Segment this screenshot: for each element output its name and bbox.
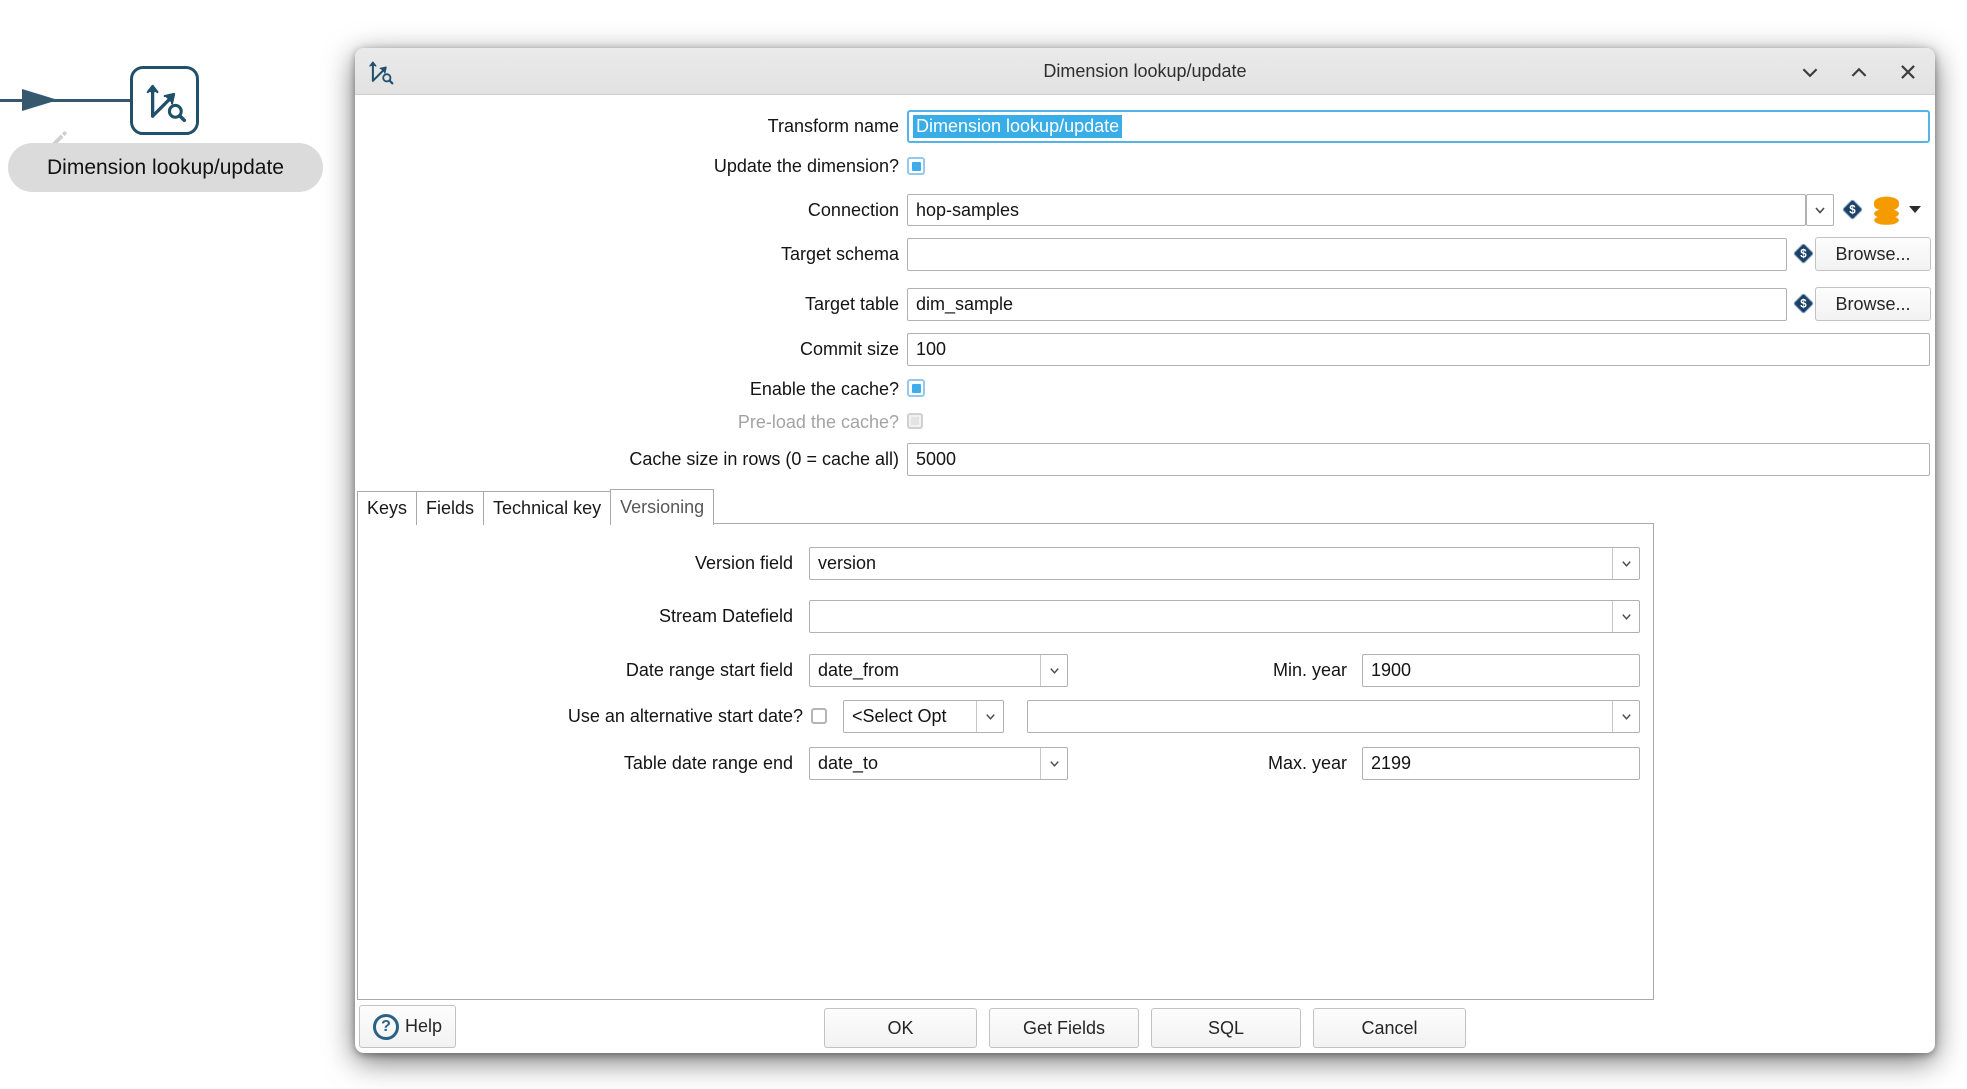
pipeline-canvas: Dimension lookup/update: [0, 0, 360, 220]
node-label-text: Dimension lookup/update: [47, 156, 284, 180]
tab-versioning[interactable]: Versioning: [610, 489, 714, 525]
date-range-start-combo[interactable]: date_from: [809, 654, 1068, 687]
chevron-down-icon[interactable]: [1612, 701, 1639, 732]
update-dimension-label: Update the dimension?: [355, 152, 899, 180]
chevron-up-icon[interactable]: [1848, 61, 1870, 83]
chevron-down-icon[interactable]: [976, 701, 1003, 732]
alt-start-value-combo[interactable]: [1027, 700, 1640, 733]
dialog-titlebar[interactable]: Dimension lookup/update: [355, 48, 1935, 95]
target-table-input[interactable]: [907, 288, 1787, 321]
chevron-down-icon[interactable]: [1612, 548, 1639, 579]
connection-label: Connection: [355, 194, 899, 226]
browse-schema-button[interactable]: Browse...: [1815, 237, 1931, 271]
max-year-label: Max. year: [1155, 747, 1347, 780]
commit-size-label: Commit size: [355, 333, 899, 366]
connection-dropdown-button[interactable]: [1806, 194, 1834, 226]
enable-cache-label: Enable the cache?: [355, 375, 899, 403]
preload-cache-checkbox: [907, 413, 923, 429]
alt-start-option-combo[interactable]: <Select Opt: [843, 700, 1004, 733]
table-date-range-end-label: Table date range end: [355, 747, 793, 780]
chevron-down-icon[interactable]: [1799, 61, 1821, 83]
cache-size-input[interactable]: [907, 443, 1930, 476]
cancel-button[interactable]: Cancel: [1313, 1008, 1466, 1048]
commit-size-input[interactable]: [907, 333, 1930, 366]
tab-keys[interactable]: Keys: [357, 491, 417, 525]
enable-cache-checkbox[interactable]: [907, 379, 925, 397]
svg-text:$: $: [1849, 205, 1856, 217]
update-dimension-checkbox[interactable]: [907, 157, 925, 175]
hop-line: [0, 99, 133, 102]
get-fields-button[interactable]: Get Fields: [989, 1008, 1139, 1048]
version-field-combo[interactable]: version: [809, 547, 1640, 580]
cache-size-label: Cache size in rows (0 = cache all): [355, 443, 899, 476]
stream-datefield-combo[interactable]: [809, 600, 1640, 633]
tab-technical-key[interactable]: Technical key: [483, 491, 611, 525]
table-date-range-end-combo[interactable]: date_to: [809, 747, 1068, 780]
tab-fields[interactable]: Fields: [416, 491, 484, 525]
min-year-input[interactable]: [1362, 654, 1640, 687]
chevron-down-icon[interactable]: [1612, 601, 1639, 632]
close-icon[interactable]: [1897, 61, 1919, 83]
stream-datefield-label: Stream Datefield: [355, 600, 793, 633]
target-schema-input[interactable]: [907, 238, 1787, 271]
max-year-input[interactable]: [1362, 747, 1640, 780]
sql-button[interactable]: SQL: [1151, 1008, 1301, 1048]
node-label[interactable]: Dimension lookup/update: [8, 143, 323, 192]
transform-name-input[interactable]: Dimension lookup/update: [907, 110, 1930, 143]
target-schema-label: Target schema: [355, 238, 899, 271]
connection-input[interactable]: [907, 194, 1806, 226]
hop-arrowhead-icon: [22, 89, 58, 111]
browse-table-button[interactable]: Browse...: [1815, 287, 1931, 321]
variable-dollar-icon[interactable]: $: [1792, 242, 1815, 270]
alt-start-date-label: Use an alternative start date?: [355, 700, 803, 733]
variable-dollar-icon[interactable]: $: [1841, 198, 1864, 226]
ok-button[interactable]: OK: [824, 1008, 977, 1048]
transform-name-label: Transform name: [355, 110, 899, 143]
database-menu-caret-icon[interactable]: [1909, 206, 1921, 213]
tab-bar: Keys Fields Technical key Versioning: [357, 489, 713, 525]
version-field-label: Version field: [355, 547, 793, 580]
svg-text:$: $: [1800, 299, 1807, 311]
dimension-lookup-icon: [143, 79, 187, 123]
variable-dollar-icon[interactable]: $: [1792, 292, 1815, 320]
dimension-lookup-dialog: Dimension lookup/update Transform name D…: [355, 48, 1935, 1053]
selected-text: Dimension lookup/update: [913, 115, 1122, 138]
preload-cache-label: Pre-load the cache?: [355, 409, 899, 435]
alt-start-date-checkbox[interactable]: [811, 708, 827, 724]
database-icon[interactable]: [1871, 194, 1902, 230]
dialog-title: Dimension lookup/update: [355, 48, 1935, 95]
chevron-down-icon[interactable]: [1040, 655, 1067, 686]
svg-text:$: $: [1800, 249, 1807, 261]
transform-node[interactable]: [130, 66, 199, 135]
target-table-label: Target table: [355, 288, 899, 321]
min-year-label: Min. year: [1155, 654, 1347, 687]
chevron-down-icon[interactable]: [1040, 748, 1067, 779]
date-range-start-label: Date range start field: [355, 654, 793, 687]
